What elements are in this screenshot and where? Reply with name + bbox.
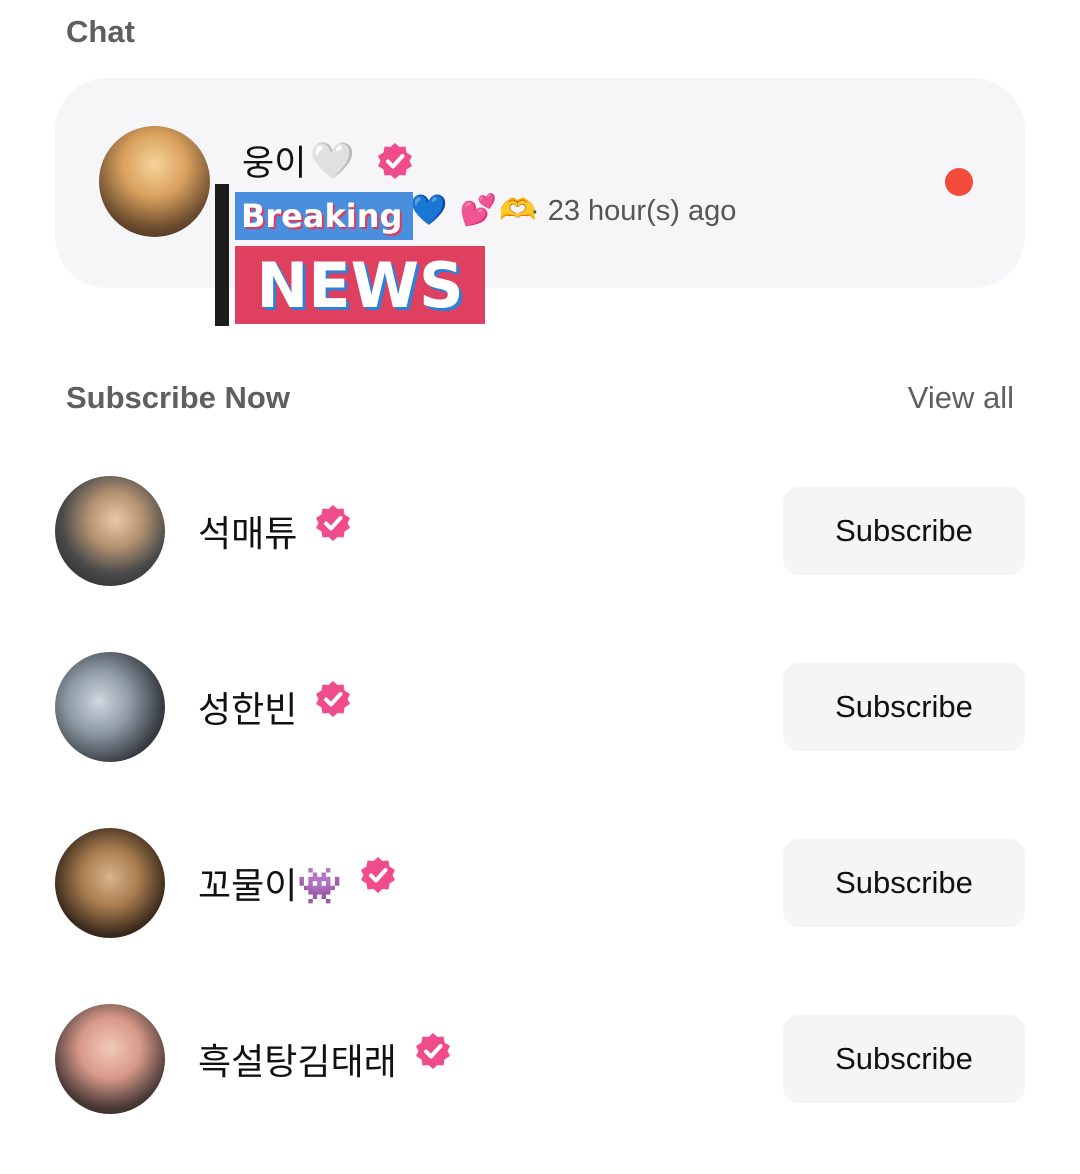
account-name[interactable]: 흑설탕김태래 <box>198 1033 397 1085</box>
account-name-row: 석매튜 <box>198 505 353 557</box>
chat-timestamp: · 23 hour(s) ago <box>530 195 737 227</box>
verified-badge-icon <box>375 141 415 181</box>
sticker-bar <box>215 184 229 326</box>
chat-sender-name: 웅이 <box>242 144 307 183</box>
verified-badge-icon <box>358 855 398 895</box>
account-name-row: 흑설탕김태래 <box>198 1033 453 1085</box>
subscribe-button[interactable]: Subscribe <box>783 487 1025 575</box>
account-avatar[interactable] <box>55 652 165 762</box>
sticker-news-text: NEWS <box>235 246 485 324</box>
subscribe-button[interactable]: Subscribe <box>783 1015 1025 1103</box>
verified-badge-icon <box>313 503 353 543</box>
account-name[interactable]: 성한빈 <box>198 681 297 733</box>
view-all-link[interactable]: View all <box>908 380 1014 416</box>
account-avatar[interactable] <box>55 476 165 586</box>
subscribe-section-title: Subscribe Now <box>66 380 290 415</box>
account-name[interactable]: 석매튜 <box>198 505 297 557</box>
verified-badge-icon <box>313 679 353 719</box>
account-avatar[interactable] <box>55 828 165 938</box>
account-name-row: 꼬물이👾 <box>198 857 398 909</box>
account-avatar[interactable] <box>55 1004 165 1114</box>
account-name-row: 성한빈 <box>198 681 353 733</box>
subscribe-button[interactable]: Subscribe <box>783 839 1025 927</box>
sticker-breaking-text: Breaking <box>235 192 413 240</box>
chat-section-title: Chat <box>66 14 135 49</box>
verified-badge-icon <box>413 1031 453 1071</box>
breaking-news-sticker: Breaking NEWS <box>215 184 485 326</box>
account-name[interactable]: 꼬물이👾 <box>198 857 342 909</box>
subscribe-button[interactable]: Subscribe <box>783 663 1025 751</box>
white-heart-icon: 🤍 <box>310 139 356 181</box>
chat-avatar[interactable] <box>99 126 210 237</box>
chat-sender-name-row: 웅이 🤍 <box>242 135 415 186</box>
unread-indicator-dot <box>945 168 973 196</box>
